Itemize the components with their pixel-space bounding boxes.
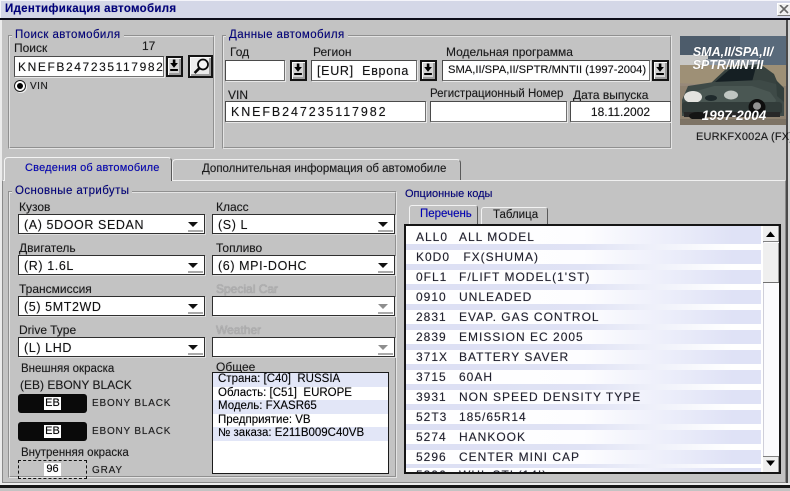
svg-text:SPTR/MNTII: SPTR/MNTII (693, 58, 764, 72)
svg-text:1997-2004: 1997-2004 (702, 108, 767, 123)
svg-text:SMA,II/SPA,II/: SMA,II/SPA,II/ (693, 45, 775, 59)
